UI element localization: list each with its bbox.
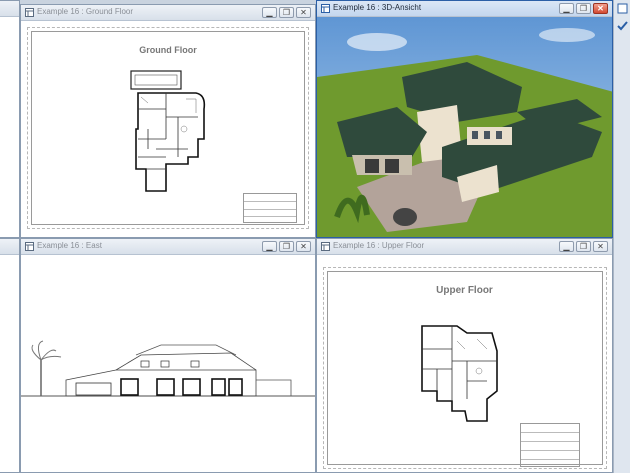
close-icon: ✕ — [597, 242, 604, 251]
upper-floor-plan — [421, 325, 498, 422]
window-titlebar[interactable]: Example 16 : East ▁ ❐ ✕ — [21, 239, 315, 255]
window-3d-view[interactable]: Example 16 : 3D-Ansicht ▁ ❐ ✕ — [316, 0, 613, 238]
3d-viewport[interactable] — [317, 17, 612, 237]
restore-icon: ❐ — [282, 242, 291, 251]
3d-house-render — [317, 17, 612, 237]
restore-icon: ❐ — [579, 242, 588, 251]
window-title: Example 16 : Upper Floor — [333, 241, 425, 250]
close-button[interactable]: ✕ — [593, 241, 608, 252]
restore-button[interactable]: ❐ — [576, 3, 591, 14]
minimize-button[interactable]: ▁ — [262, 241, 277, 252]
view-icon — [25, 242, 34, 251]
restore-button[interactable]: ❐ — [279, 7, 294, 18]
minimize-button[interactable]: ▁ — [559, 241, 574, 252]
close-button[interactable]: ✕ — [593, 3, 608, 14]
title-block — [520, 423, 580, 467]
east-elevation-drawing — [21, 340, 315, 397]
window-title: Example 16 : 3D-Ansicht — [333, 3, 422, 12]
partial-window-titlebar[interactable] — [0, 1, 19, 17]
minimize-icon: ▁ — [266, 8, 273, 17]
restore-button[interactable]: ❐ — [576, 241, 591, 252]
window-upper-floor[interactable]: Example 16 : Upper Floor ▁ ❐ ✕ Upper Flo… — [316, 238, 613, 473]
minimize-icon: ▁ — [563, 242, 570, 251]
window-titlebar[interactable]: Example 16 : Upper Floor ▁ ❐ ✕ — [317, 239, 612, 255]
minimize-icon: ▁ — [563, 4, 570, 13]
close-button[interactable]: ✕ — [296, 7, 311, 18]
sheet-title: Ground Floor — [139, 45, 197, 55]
elevation-canvas[interactable] — [21, 255, 315, 472]
close-icon: ✕ — [597, 4, 604, 13]
restore-icon: ❐ — [579, 4, 588, 13]
partial-window-left-bottom[interactable] — [0, 238, 20, 473]
view-icon — [25, 8, 34, 17]
partial-window-left-top[interactable] — [0, 0, 20, 238]
window-title: Example 16 : Ground Floor — [37, 7, 134, 16]
window-title: Example 16 : East — [37, 241, 102, 250]
close-button[interactable]: ✕ — [296, 241, 311, 252]
sheet-canvas[interactable]: Ground Floor — [21, 21, 315, 237]
window-titlebar[interactable]: Example 16 : 3D-Ansicht ▁ ❐ ✕ — [317, 1, 612, 17]
view-icon — [321, 242, 330, 251]
title-block — [243, 193, 297, 223]
restore-button[interactable]: ❐ — [279, 241, 294, 252]
sheet-canvas[interactable]: Upper Floor — [317, 255, 612, 472]
tool-icon[interactable] — [617, 3, 628, 14]
window-east-elevation[interactable]: Example 16 : East ▁ ❐ ✕ — [20, 238, 316, 473]
view-icon — [321, 4, 330, 13]
check-icon[interactable] — [617, 20, 628, 31]
minimize-button[interactable]: ▁ — [262, 7, 277, 18]
restore-icon: ❐ — [282, 8, 291, 17]
partial-window-titlebar[interactable] — [0, 239, 19, 255]
close-icon: ✕ — [300, 242, 307, 251]
sheet-title: Upper Floor — [436, 285, 493, 296]
close-icon: ✕ — [300, 8, 307, 17]
window-ground-floor[interactable]: Example 16 : Ground Floor ▁ ❐ ✕ Ground F… — [20, 4, 316, 238]
right-toolbar — [613, 0, 630, 473]
ground-floor-plan — [130, 70, 206, 192]
minimize-icon: ▁ — [266, 242, 273, 251]
minimize-button[interactable]: ▁ — [559, 3, 574, 14]
window-titlebar[interactable]: Example 16 : Ground Floor ▁ ❐ ✕ — [21, 5, 315, 21]
